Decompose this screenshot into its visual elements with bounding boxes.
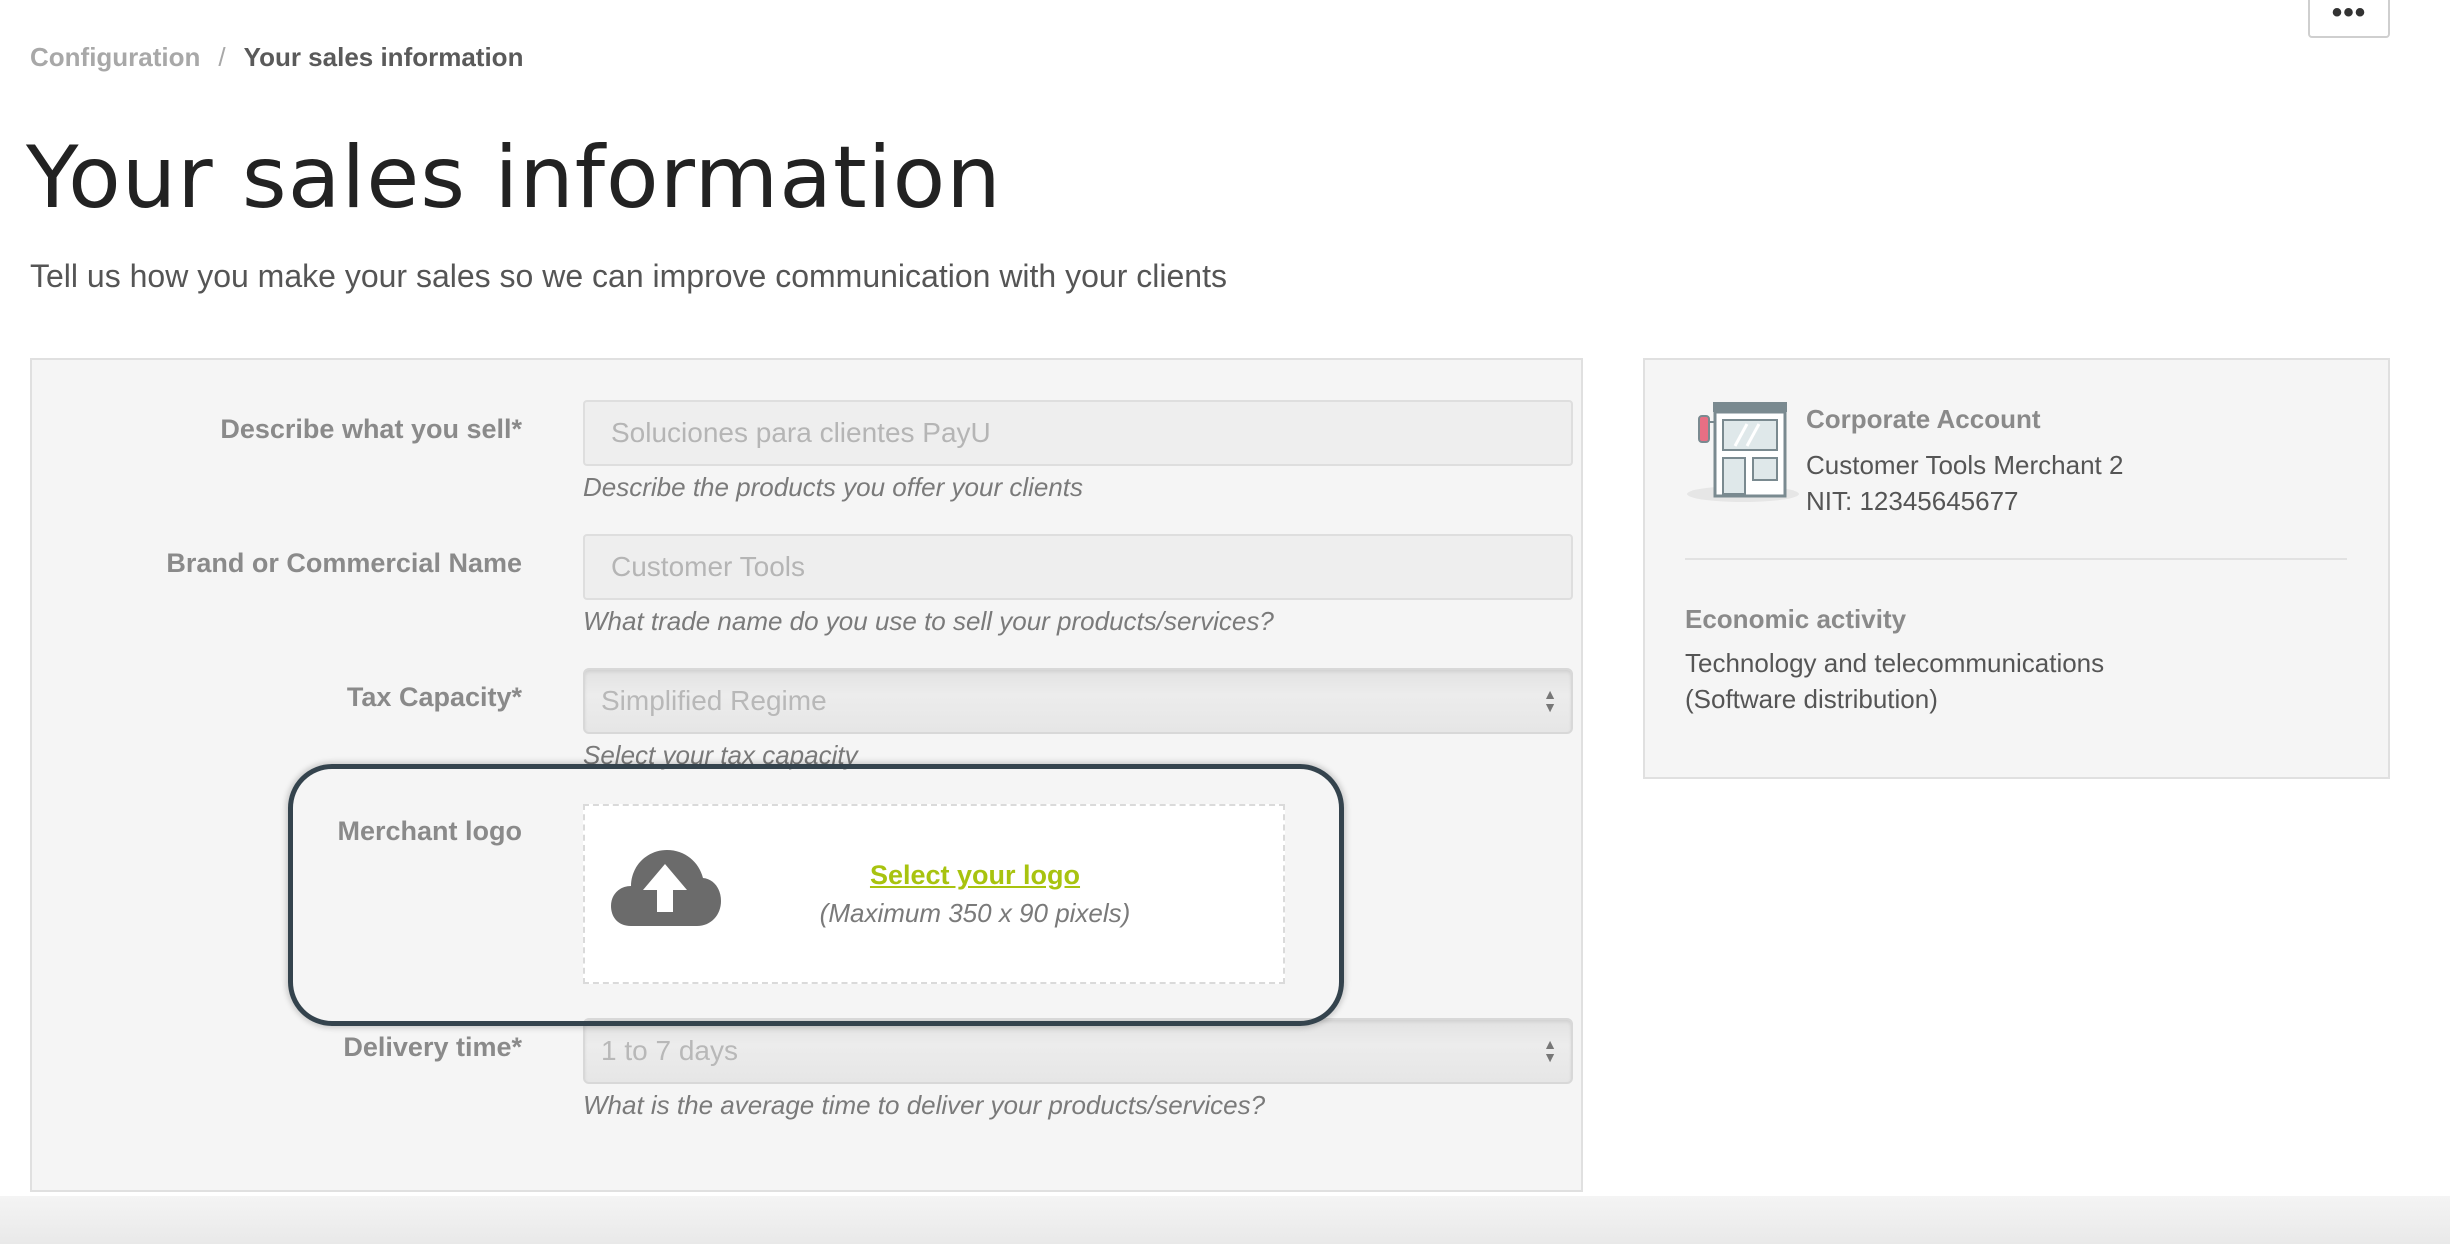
merchant-name: Customer Tools Merchant 2 [1806, 450, 2124, 480]
delivery-select-value: 1 to 7 days [601, 1035, 738, 1066]
store-icon [1687, 402, 1799, 502]
page-subtitle: Tell us how you make your sales so we ca… [30, 258, 1227, 294]
describe-input[interactable]: Soluciones para clientes PayU [583, 400, 1573, 466]
account-info-card: Corporate Account Customer Tools Merchan… [1643, 358, 2390, 779]
breadcrumb-separator: / [218, 42, 226, 72]
page-title: Your sales information [26, 128, 1002, 228]
bottom-edge [0, 1196, 2450, 1244]
tax-help: Select your tax capacity [583, 740, 858, 770]
tax-select[interactable]: Simplified Regime ▲ ▼ [583, 668, 1573, 734]
select-arrows-icon: ▲ ▼ [1543, 1036, 1557, 1065]
account-type-title: Corporate Account [1806, 404, 2041, 434]
sales-info-form: Describe what you sell* Soluciones para … [30, 358, 1583, 1192]
delivery-help: What is the average time to deliver your… [583, 1090, 1266, 1120]
delivery-select[interactable]: 1 to 7 days ▲ ▼ [583, 1018, 1573, 1084]
cloud-upload-icon [611, 850, 721, 926]
economic-activity-title: Economic activity [1685, 604, 1907, 634]
logo-label: Merchant logo [337, 816, 522, 846]
brand-input-value: Customer Tools [611, 551, 806, 582]
more-options-button[interactable]: ••• [2308, 0, 2390, 38]
tax-label: Tax Capacity* [346, 682, 522, 712]
brand-label: Brand or Commercial Name [166, 548, 522, 578]
logo-upload-dropzone[interactable]: Select your logo (Maximum 350 x 90 pixel… [583, 804, 1285, 984]
select-logo-link[interactable]: Select your logo [815, 860, 1135, 891]
describe-help: Describe the products you offer your cli… [583, 472, 1084, 502]
select-arrows-icon: ▲ ▼ [1543, 686, 1557, 715]
describe-label: Describe what you sell* [220, 414, 522, 444]
tax-select-value: Simplified Regime [601, 685, 827, 716]
brand-help: What trade name do you use to sell your … [583, 606, 1274, 636]
delivery-label: Delivery time* [343, 1032, 522, 1062]
merchant-nit: NIT: 12345645677 [1806, 486, 2019, 516]
breadcrumb-current: Your sales information [243, 42, 524, 72]
describe-input-value: Soluciones para clientes PayU [611, 417, 991, 448]
breadcrumb: Configuration / Your sales information [30, 42, 523, 73]
logo-size-hint: (Maximum 350 x 90 pixels) [819, 898, 1131, 928]
breadcrumb-configuration-link[interactable]: Configuration [30, 42, 200, 73]
brand-input[interactable]: Customer Tools [583, 534, 1573, 600]
card-divider [1685, 558, 2347, 560]
economic-activity-line: Technology and telecommunications [1685, 648, 2105, 678]
economic-activity-detail: (Software distribution) [1685, 684, 1938, 714]
